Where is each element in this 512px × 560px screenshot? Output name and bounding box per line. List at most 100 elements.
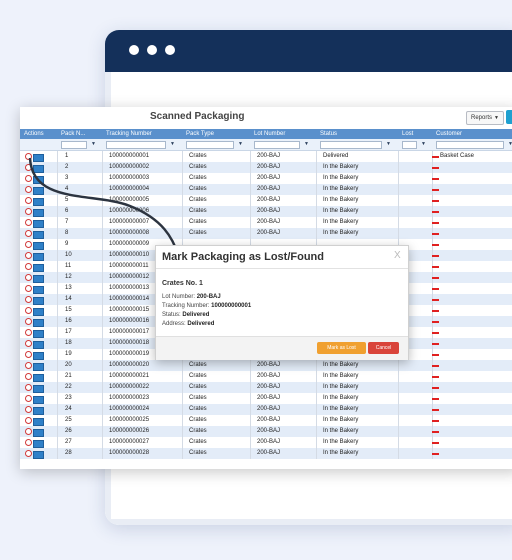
- delete-icon[interactable]: [25, 395, 32, 402]
- delete-icon[interactable]: [25, 197, 32, 204]
- table-row[interactable]: 3 100000000003 Crates 200-BAJ In the Bakery: [20, 173, 512, 184]
- delete-icon[interactable]: [25, 219, 32, 226]
- table-row[interactable]: 21 100000000021 Crates 200-BAJ In the Bakery: [20, 371, 512, 382]
- col-lot-number-header[interactable]: Lot Number: [254, 129, 285, 139]
- filter-lost-input[interactable]: [402, 141, 417, 149]
- table-row[interactable]: 7 100000000007 Crates 200-BAJ In the Bakery: [20, 217, 512, 228]
- details-icon[interactable]: [33, 297, 44, 305]
- details-icon[interactable]: [33, 341, 44, 349]
- details-icon[interactable]: [33, 429, 44, 437]
- lost-mark-icon[interactable]: [432, 299, 439, 301]
- reports-dropdown[interactable]: Reports ▼: [466, 111, 504, 125]
- filter-caret-icon[interactable]: ▼: [386, 140, 391, 149]
- table-row[interactable]: 24 100000000024 Crates 200-BAJ In the Bakery: [20, 404, 512, 415]
- table-row[interactable]: 5 100000000005 Crates 200-BAJ In the Bakery: [20, 195, 512, 206]
- details-icon[interactable]: [33, 165, 44, 173]
- filter-caret-icon[interactable]: ▼: [170, 140, 175, 149]
- details-icon[interactable]: [33, 308, 44, 316]
- table-row[interactable]: 28 100000000028 Crates 200-BAJ In the Bakery: [20, 448, 512, 459]
- table-row[interactable]: 27 100000000027 Crates 200-BAJ In the Bakery: [20, 437, 512, 448]
- table-row[interactable]: 20 100000000020 Crates 200-BAJ In the Bakery: [20, 360, 512, 371]
- action-button[interactable]: [506, 110, 512, 124]
- details-icon[interactable]: [33, 198, 44, 206]
- delete-icon[interactable]: [25, 241, 32, 248]
- details-icon[interactable]: [33, 363, 44, 371]
- lost-mark-icon[interactable]: [432, 222, 439, 224]
- lost-mark-icon[interactable]: [432, 420, 439, 422]
- lost-mark-icon[interactable]: [432, 310, 439, 312]
- details-icon[interactable]: [33, 264, 44, 272]
- delete-icon[interactable]: [25, 450, 32, 457]
- delete-icon[interactable]: [25, 208, 32, 215]
- table-row[interactable]: 26 100000000026 Crates 200-BAJ In the Bakery: [20, 426, 512, 437]
- table-row[interactable]: 23 100000000023 Crates 200-BAJ In the Bakery: [20, 393, 512, 404]
- filter-pack-type-input[interactable]: [186, 141, 234, 149]
- details-icon[interactable]: [33, 176, 44, 184]
- lost-mark-icon[interactable]: [432, 156, 439, 158]
- delete-icon[interactable]: [25, 406, 32, 413]
- delete-icon[interactable]: [25, 153, 32, 160]
- details-icon[interactable]: [33, 374, 44, 382]
- lost-mark-icon[interactable]: [432, 266, 439, 268]
- col-actions-header[interactable]: Actions: [24, 129, 44, 139]
- lost-mark-icon[interactable]: [432, 343, 439, 345]
- details-icon[interactable]: [33, 396, 44, 404]
- lost-mark-icon[interactable]: [432, 233, 439, 235]
- delete-icon[interactable]: [25, 340, 32, 347]
- lost-mark-icon[interactable]: [432, 442, 439, 444]
- details-icon[interactable]: [33, 352, 44, 360]
- details-icon[interactable]: [33, 407, 44, 415]
- lost-mark-icon[interactable]: [432, 211, 439, 213]
- filter-caret-icon[interactable]: ▼: [91, 140, 96, 149]
- details-icon[interactable]: [33, 418, 44, 426]
- details-icon[interactable]: [33, 319, 44, 327]
- cancel-button[interactable]: Cancel: [368, 342, 399, 354]
- delete-icon[interactable]: [25, 307, 32, 314]
- details-icon[interactable]: [33, 209, 44, 217]
- table-row[interactable]: 6 100000000006 Crates 200-BAJ In the Bakery: [20, 206, 512, 217]
- col-pack-number-header[interactable]: Pack N...: [61, 129, 85, 139]
- delete-icon[interactable]: [25, 329, 32, 336]
- lost-mark-icon[interactable]: [432, 321, 439, 323]
- filter-pack-number-input[interactable]: [61, 141, 87, 149]
- details-icon[interactable]: [33, 275, 44, 283]
- details-icon[interactable]: [33, 220, 44, 228]
- delete-icon[interactable]: [25, 318, 32, 325]
- lost-mark-icon[interactable]: [432, 255, 439, 257]
- lost-mark-icon[interactable]: [432, 398, 439, 400]
- details-icon[interactable]: [33, 187, 44, 195]
- lost-mark-icon[interactable]: [432, 453, 439, 455]
- close-icon[interactable]: X: [394, 250, 401, 261]
- delete-icon[interactable]: [25, 362, 32, 369]
- col-pack-type-header[interactable]: Pack Type: [186, 129, 214, 139]
- lost-mark-icon[interactable]: [432, 376, 439, 378]
- lost-mark-icon[interactable]: [432, 167, 439, 169]
- col-status-header[interactable]: Status: [320, 129, 337, 139]
- lost-mark-icon[interactable]: [432, 332, 439, 334]
- lost-mark-icon[interactable]: [432, 189, 439, 191]
- details-icon[interactable]: [33, 440, 44, 448]
- filter-tracking-number-input[interactable]: [106, 141, 166, 149]
- delete-icon[interactable]: [25, 351, 32, 358]
- delete-icon[interactable]: [25, 439, 32, 446]
- filter-caret-icon[interactable]: ▼: [421, 140, 426, 149]
- filter-status-input[interactable]: [320, 141, 382, 149]
- delete-icon[interactable]: [25, 263, 32, 270]
- delete-icon[interactable]: [25, 296, 32, 303]
- table-row[interactable]: 25 100000000025 Crates 200-BAJ In the Bakery: [20, 415, 512, 426]
- lost-mark-icon[interactable]: [432, 387, 439, 389]
- details-icon[interactable]: [33, 253, 44, 261]
- lost-mark-icon[interactable]: [432, 178, 439, 180]
- lost-mark-icon[interactable]: [432, 354, 439, 356]
- col-customer-header[interactable]: Customer: [436, 129, 462, 139]
- table-row[interactable]: 2 100000000002 Crates 200-BAJ In the Bakery: [20, 162, 512, 173]
- table-row[interactable]: 1 100000000001 Crates 200-BAJ Delivered Baske…: [20, 151, 512, 162]
- details-icon[interactable]: [33, 242, 44, 250]
- delete-icon[interactable]: [25, 186, 32, 193]
- table-row[interactable]: 22 100000000022 Crates 200-BAJ In the Bakery: [20, 382, 512, 393]
- details-icon[interactable]: [33, 154, 44, 162]
- details-icon[interactable]: [33, 286, 44, 294]
- col-lost-header[interactable]: Lost: [402, 129, 413, 139]
- delete-icon[interactable]: [25, 164, 32, 171]
- delete-icon[interactable]: [25, 175, 32, 182]
